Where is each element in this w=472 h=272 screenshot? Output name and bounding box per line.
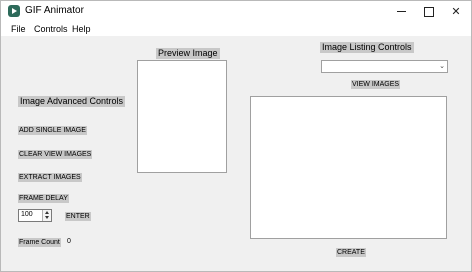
clear-view-images-button[interactable]: CLEAR VIEW IMAGES xyxy=(18,150,93,159)
close-icon: ✕ xyxy=(451,6,461,18)
frame-count-value: 0 xyxy=(67,238,71,245)
title-bar: GIF Animator ✕ xyxy=(1,1,471,22)
frame-delay-spinner[interactable]: 100 xyxy=(18,209,52,222)
frame-count-label: Frame Count xyxy=(18,238,61,247)
menu-bar: File Controls Help xyxy=(1,22,471,36)
window-title: GIF Animator xyxy=(25,5,84,16)
image-list-box[interactable] xyxy=(250,96,447,239)
frame-delay-label: FRAME DELAY xyxy=(18,194,69,203)
app-icon xyxy=(8,5,20,17)
maximize-icon xyxy=(424,6,434,17)
image-listing-controls-label: Image Listing Controls xyxy=(320,42,414,53)
create-button[interactable]: CREATE xyxy=(336,248,366,257)
advanced-controls-label: Image Advanced Controls xyxy=(18,96,126,107)
app-window: GIF Animator ✕ File Controls Help Image … xyxy=(0,0,472,272)
minimize-icon xyxy=(396,11,406,12)
client-area: Image Advanced Controls ADD SINGLE IMAGE… xyxy=(1,36,471,271)
close-button[interactable]: ✕ xyxy=(441,1,471,22)
frame-delay-value[interactable]: 100 xyxy=(21,211,33,218)
menu-file[interactable]: File xyxy=(11,24,26,34)
maximize-button[interactable] xyxy=(414,1,444,22)
preview-image-label: Preview Image xyxy=(156,48,220,59)
preview-image-area xyxy=(137,60,227,173)
menu-help[interactable]: Help xyxy=(72,24,91,34)
view-images-button[interactable]: VIEW IMAGES xyxy=(351,80,401,89)
enter-button[interactable]: ENTER xyxy=(65,212,91,221)
chevron-up-icon[interactable] xyxy=(45,211,49,214)
image-listing-dropdown[interactable]: ⌄ xyxy=(321,60,448,73)
chevron-down-icon[interactable] xyxy=(45,216,49,219)
spinner-buttons[interactable] xyxy=(42,210,51,221)
extract-images-button[interactable]: EXTRACT IMAGES xyxy=(18,173,82,182)
menu-controls[interactable]: Controls xyxy=(34,24,68,34)
minimize-button[interactable] xyxy=(386,1,416,22)
add-single-image-button[interactable]: ADD SINGLE IMAGE xyxy=(18,126,87,135)
chevron-down-icon: ⌄ xyxy=(439,63,445,70)
